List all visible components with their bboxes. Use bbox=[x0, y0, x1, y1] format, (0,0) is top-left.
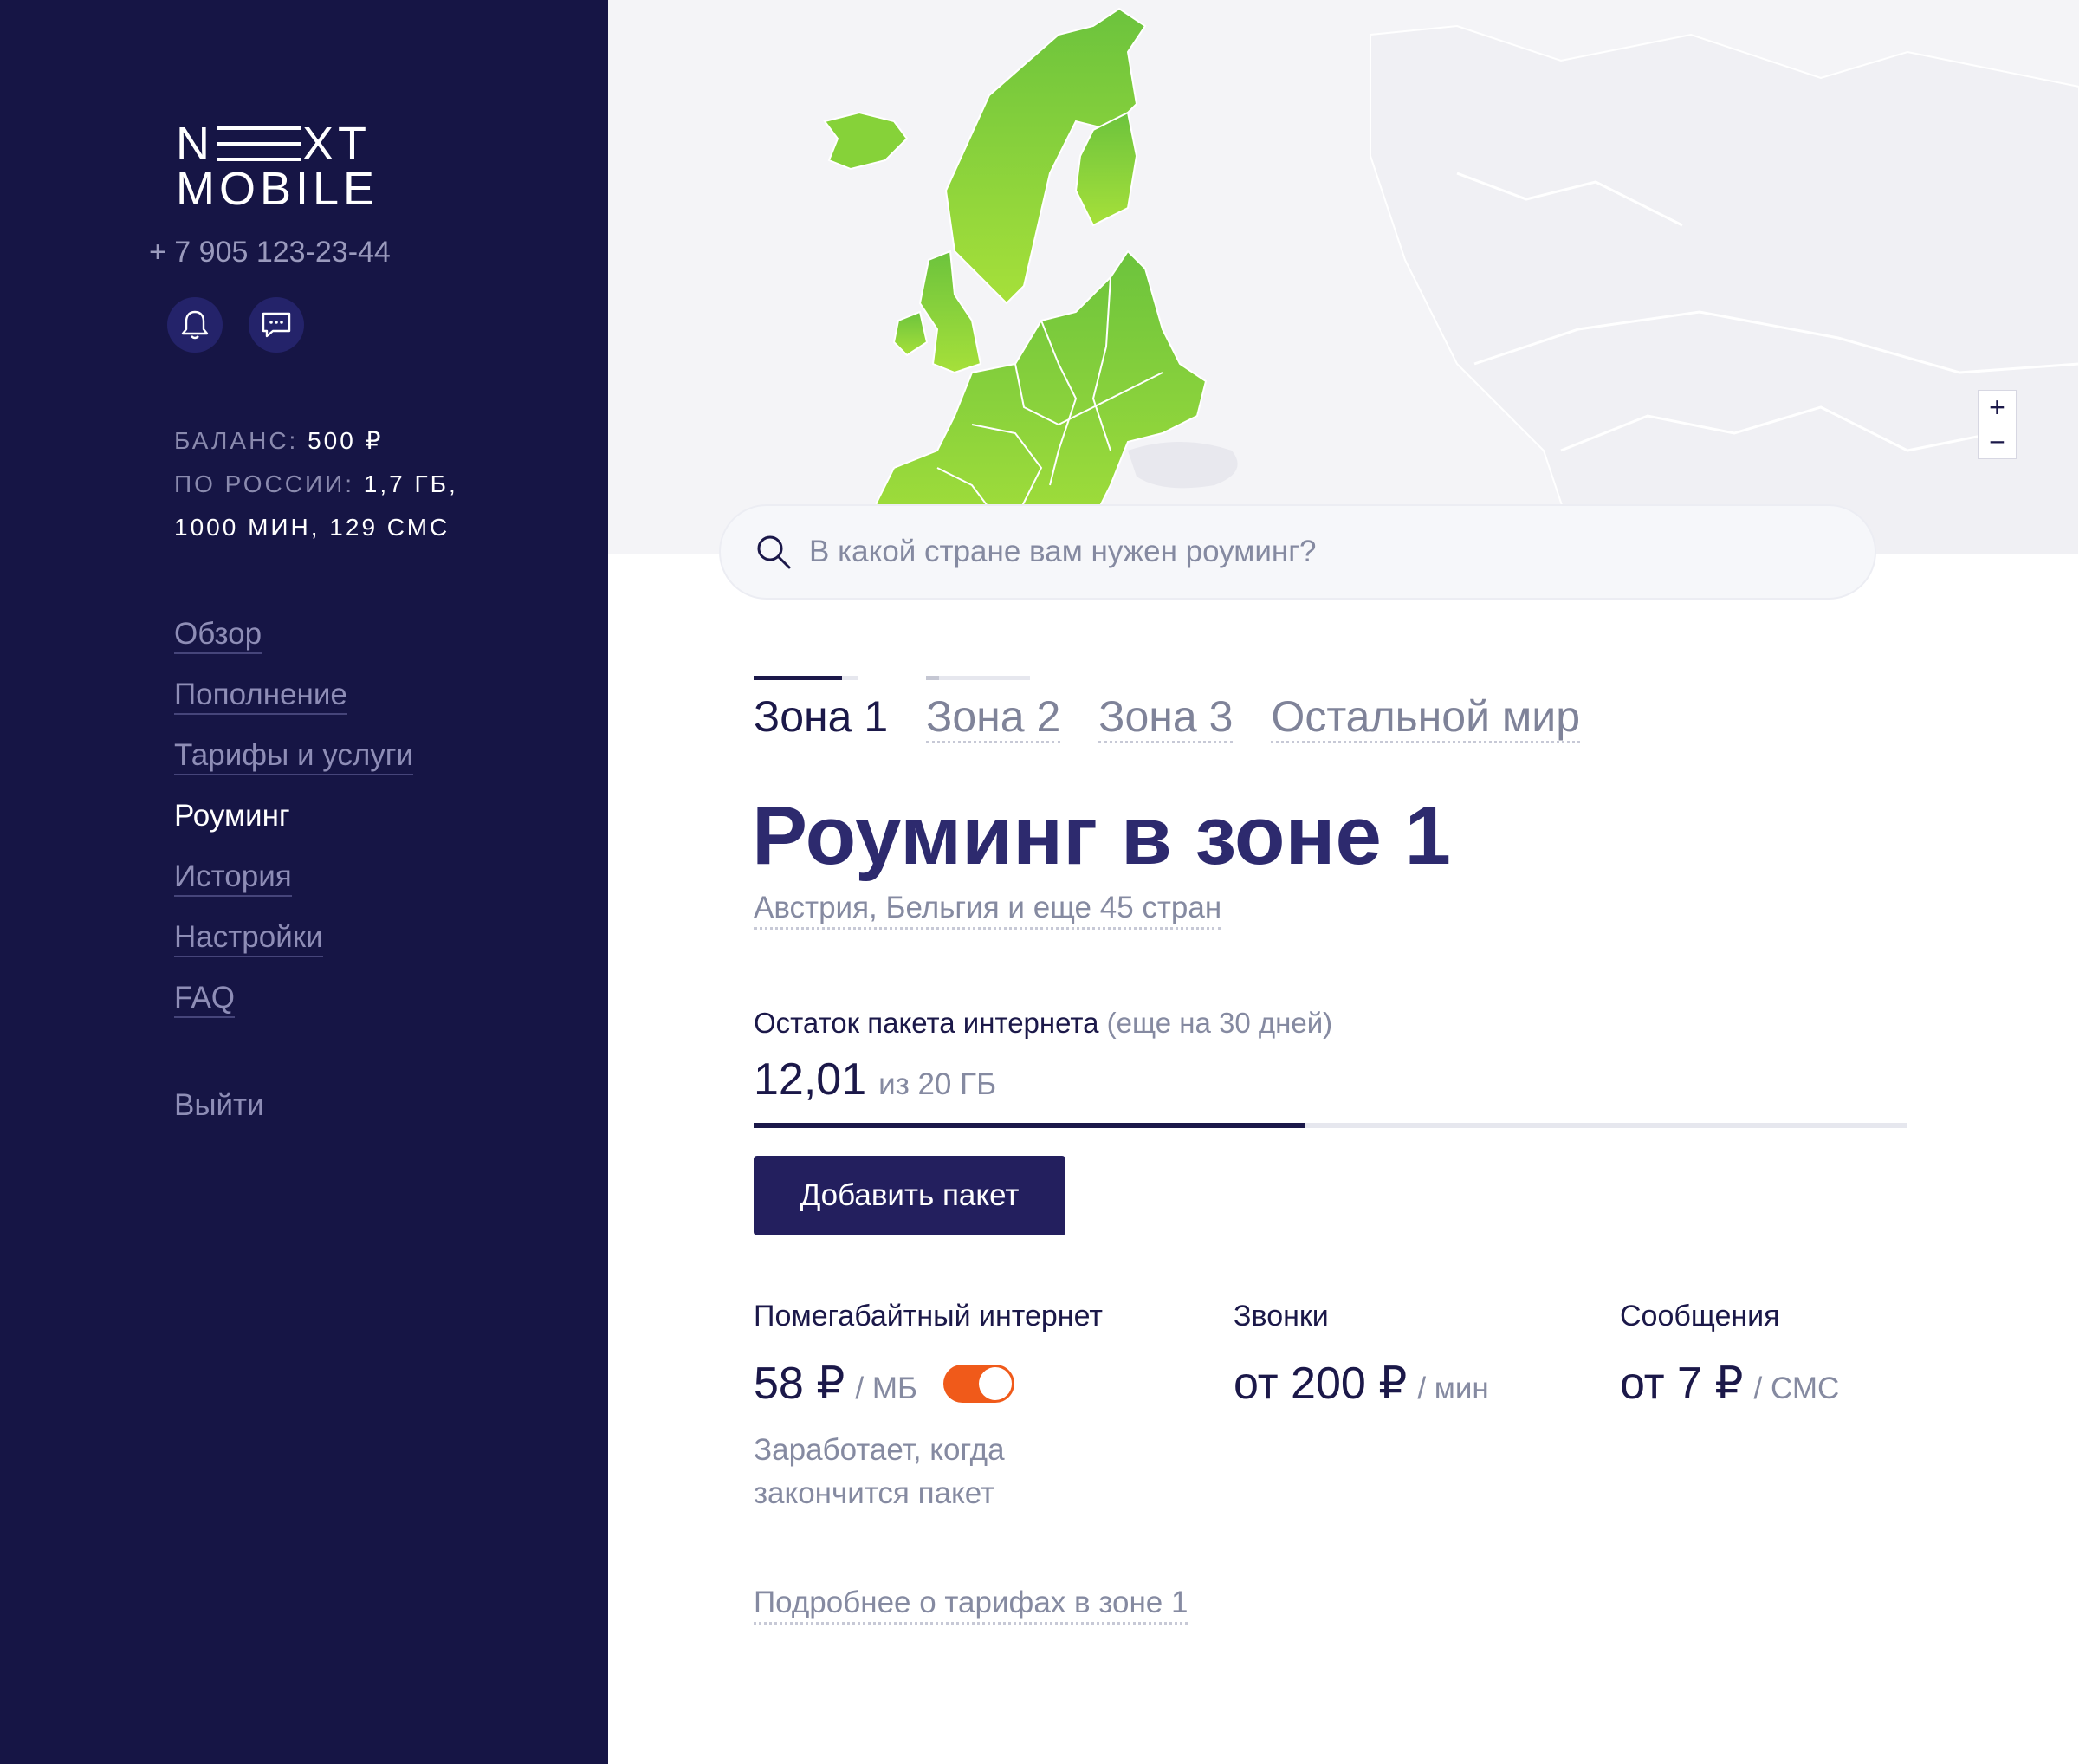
nav-item-roaming[interactable]: Роуминг bbox=[174, 799, 413, 859]
nav-item-history[interactable]: История bbox=[174, 859, 413, 920]
russia-value-2: 1000 МИН, 129 СМС bbox=[174, 514, 450, 541]
package-remaining-label: Остаток пакета интернета (еще на 30 дней… bbox=[754, 1007, 1333, 1039]
roaming-map[interactable] bbox=[608, 0, 2079, 554]
calls-price-unit: / мин bbox=[1417, 1372, 1489, 1405]
internet-price-note: Заработает, когда закончится пакет bbox=[754, 1433, 1005, 1510]
page-title: Роуминг в зоне 1 bbox=[752, 789, 1451, 882]
map-black-sea bbox=[1128, 442, 1238, 489]
map-graphic bbox=[823, 7, 2079, 554]
map-uk bbox=[918, 250, 982, 374]
internet-price-label: Помегабайтный интернет bbox=[754, 1300, 1103, 1333]
country-search bbox=[719, 504, 1876, 600]
logo-bars bbox=[217, 126, 301, 161]
tab-zone-2-bar bbox=[926, 676, 1031, 680]
package-progress-bar bbox=[754, 1123, 1907, 1128]
zone-details-link[interactable]: Подробнее о тарифах в зоне 1 bbox=[754, 1586, 1188, 1625]
tab-rest-of-world[interactable]: Остальной мир bbox=[1271, 676, 1581, 743]
nav-item-tariffs[interactable]: Тарифы и услуги bbox=[174, 738, 414, 799]
map-iceland bbox=[823, 111, 909, 171]
search-icon bbox=[755, 533, 793, 571]
package-total: из 20 ГБ bbox=[878, 1067, 997, 1101]
logo-letters-xt: XT bbox=[302, 118, 372, 170]
internet-price-block: Помегабайтный интернет 58 ₽ / МБ Заработ… bbox=[754, 1300, 1103, 1515]
tab-zone-3[interactable]: Зона 3 bbox=[1098, 676, 1234, 743]
tab-zone-1-bar bbox=[754, 676, 858, 680]
sidebar: N XT MOBILE + 7 905 123-23-44 БАЛАНС: 50… bbox=[0, 0, 608, 1764]
sidebar-icons bbox=[167, 297, 304, 353]
russia-label: ПО РОССИИ: bbox=[174, 470, 354, 497]
chat-icon bbox=[262, 312, 291, 338]
zone-countries-link[interactable]: Австрия, Бельгия и еще 45 стран bbox=[754, 891, 1222, 930]
balance-block: БАЛАНС: 500 ₽ ПО РОССИИ: 1,7 ГБ, 1000 МИ… bbox=[174, 419, 458, 549]
logout-link[interactable]: Выйти bbox=[174, 1088, 264, 1123]
russia-value: 1,7 ГБ, bbox=[363, 470, 458, 497]
internet-price-unit: / МБ bbox=[855, 1372, 917, 1405]
map-land-east bbox=[1370, 24, 2079, 554]
balance-value: 500 ₽ bbox=[308, 427, 384, 454]
calls-price-block: Звонки от 200 ₽ / мин bbox=[1234, 1300, 1489, 1410]
internet-price-value: 58 ₽ bbox=[754, 1359, 845, 1409]
package-remaining-value: 12,01 из 20 ГБ bbox=[754, 1054, 996, 1106]
logo[interactable]: N XT MOBILE bbox=[176, 118, 384, 215]
map-finland bbox=[1074, 111, 1138, 227]
sms-price-unit: / СМС bbox=[1753, 1372, 1840, 1405]
map-ireland bbox=[892, 310, 929, 357]
calls-price-value: от 200 ₽ bbox=[1234, 1359, 1408, 1409]
sidebar-nav: Обзор Пополнение Тарифы и услуги Роуминг… bbox=[174, 617, 414, 1041]
messages-button[interactable] bbox=[249, 297, 304, 353]
phone-number: + 7 905 123-23-44 bbox=[149, 236, 391, 269]
package-period: (еще на 30 дней) bbox=[1106, 1007, 1333, 1039]
map-zoom-control: + − bbox=[1978, 390, 2017, 459]
zoom-in-button[interactable]: + bbox=[1979, 391, 2016, 425]
per-mb-internet-toggle[interactable] bbox=[942, 1365, 1014, 1403]
sms-price-value: от 7 ₽ bbox=[1620, 1359, 1744, 1409]
search-input[interactable] bbox=[809, 535, 1849, 569]
nav-item-overview[interactable]: Обзор bbox=[174, 617, 413, 678]
calls-price-label: Звонки bbox=[1234, 1300, 1329, 1333]
nav-item-settings[interactable]: Настройки bbox=[174, 920, 413, 981]
tab-zone-1[interactable]: Зона 1 bbox=[754, 676, 888, 742]
bell-icon bbox=[181, 310, 209, 340]
nav-item-topup[interactable]: Пополнение bbox=[174, 678, 413, 738]
sms-price-label: Сообщения bbox=[1620, 1300, 1780, 1333]
zone-tabs: Зона 1 Зона 2 Зона 3 Остальной мир bbox=[754, 676, 1618, 743]
logo-mobile: MOBILE bbox=[176, 163, 379, 215]
balance-label: БАЛАНС: bbox=[174, 427, 299, 454]
sms-price-block: Сообщения от 7 ₽ / СМС bbox=[1620, 1300, 1839, 1410]
notifications-button[interactable] bbox=[167, 297, 223, 353]
zoom-out-button[interactable]: − bbox=[1979, 424, 2016, 459]
package-remaining-amount: 12,01 bbox=[754, 1054, 867, 1105]
nav-item-faq[interactable]: FAQ bbox=[174, 981, 413, 1041]
add-package-button[interactable]: Добавить пакет bbox=[754, 1156, 1065, 1235]
tab-zone-2[interactable]: Зона 2 bbox=[926, 676, 1061, 743]
logo-letter-n: N bbox=[176, 118, 214, 170]
